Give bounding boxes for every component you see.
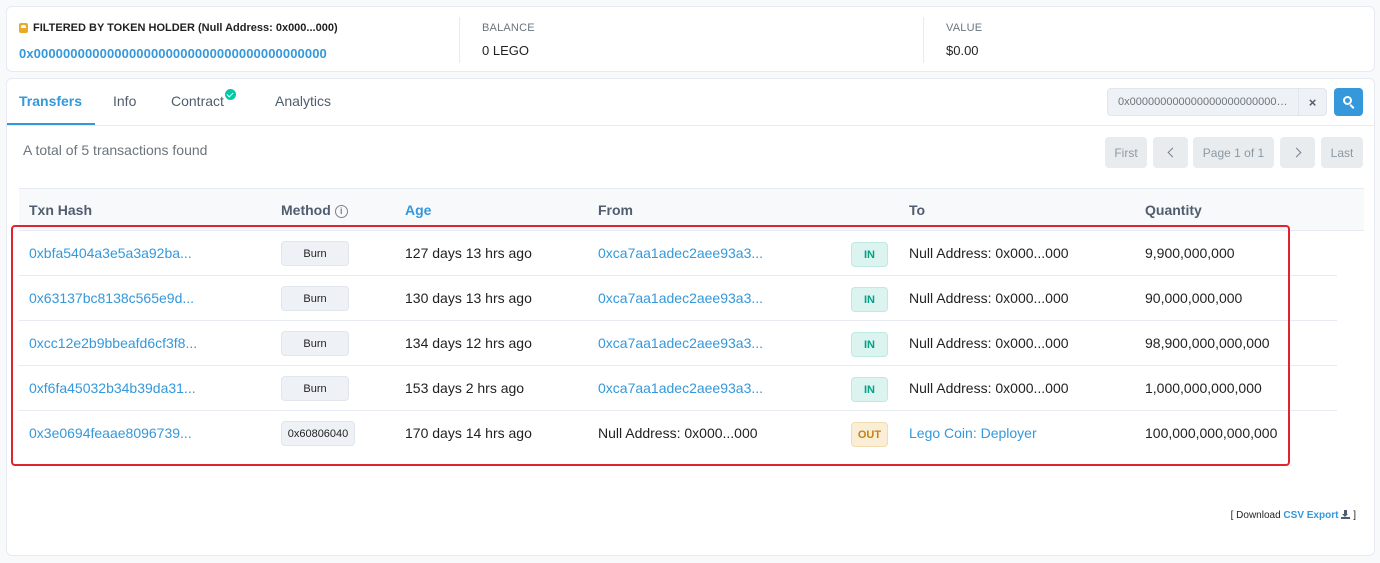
tab-transfers[interactable]: Transfers xyxy=(19,93,82,109)
holder-filter-block: FILTERED BY TOKEN HOLDER (Null Address: … xyxy=(19,7,449,73)
holder-address-link[interactable]: 0x00000000000000000000000000000000000000… xyxy=(19,46,449,61)
header-to: To xyxy=(909,202,926,218)
from-address-link[interactable]: 0xca7aa1adec2aee93a3... xyxy=(598,335,763,351)
active-tab-indicator xyxy=(7,123,95,125)
txn-hash-link[interactable]: 0x63137bc8138c565e9d... xyxy=(29,290,194,306)
divider xyxy=(459,17,460,63)
total-transactions-text: A total of 5 transactions found xyxy=(23,142,208,158)
download-icon[interactable] xyxy=(1341,510,1351,519)
download-csv-footer: [ Download CSV Export ] xyxy=(1231,510,1356,521)
to-address-text: Null Address: 0x000...000 xyxy=(909,380,1069,396)
chevron-right-icon xyxy=(1291,147,1301,158)
divider xyxy=(923,17,924,63)
table-row: 0xcc12e2b9bbeafd6cf3f8... Burn 134 days … xyxy=(19,321,1337,366)
direction-badge: IN xyxy=(851,242,888,267)
value-amount: $0.00 xyxy=(946,43,979,58)
from-address-link[interactable]: 0xca7aa1adec2aee93a3... xyxy=(598,245,763,261)
direction-badge: IN xyxy=(851,332,888,357)
pagination-first-button[interactable]: First xyxy=(1105,137,1147,168)
token-holder-summary: FILTERED BY TOKEN HOLDER (Null Address: … xyxy=(6,6,1375,72)
to-address-text: Null Address: 0x000...000 xyxy=(909,290,1069,306)
age-text: 134 days 12 hrs ago xyxy=(405,335,532,351)
txn-hash-link[interactable]: 0xf6fa45032b34b39da31... xyxy=(29,380,196,396)
header-method: Method i xyxy=(281,202,348,218)
to-address-text: Null Address: 0x000...000 xyxy=(909,335,1069,351)
address-filter-box: × xyxy=(1107,88,1327,116)
close-icon: × xyxy=(1308,94,1317,110)
balance-label: BALANCE xyxy=(482,22,535,34)
quantity-text: 1,000,000,000,000 xyxy=(1145,380,1262,396)
tab-contract-label: Contract xyxy=(171,93,224,109)
age-text: 130 days 13 hrs ago xyxy=(405,290,532,306)
direction-badge: IN xyxy=(851,287,888,312)
from-address-link[interactable]: 0xca7aa1adec2aee93a3... xyxy=(598,380,763,396)
pagination-prev-button[interactable] xyxy=(1153,137,1188,168)
csv-export-link[interactable]: CSV Export xyxy=(1283,510,1338,521)
txn-hash-link[interactable]: 0xbfa5404a3e5a3a92ba... xyxy=(29,245,192,261)
method-badge: Burn xyxy=(281,331,349,356)
table-row: 0x3e0694feaae8096739... 0x60806040 170 d… xyxy=(19,411,1337,456)
header-from: From xyxy=(598,202,633,218)
balance-block: BALANCE 0 LEGO xyxy=(482,7,902,73)
address-filter-input[interactable] xyxy=(1108,89,1300,115)
search-button[interactable] xyxy=(1334,88,1363,116)
table-row: 0xbfa5404a3e5a3a92ba... Burn 127 days 13… xyxy=(19,231,1337,276)
wallet-icon xyxy=(19,23,28,33)
quantity-text: 98,900,000,000,000 xyxy=(1145,335,1270,351)
filter-label: FILTERED BY TOKEN HOLDER (Null Address: … xyxy=(19,22,449,34)
value-label: VALUE xyxy=(946,22,983,34)
direction-badge: IN xyxy=(851,377,888,402)
table-header: Txn Hash Method i Age From To Quantity xyxy=(19,188,1364,231)
method-badge: 0x60806040 xyxy=(281,421,355,446)
clear-filter-button[interactable]: × xyxy=(1298,89,1326,115)
header-age[interactable]: Age xyxy=(405,202,431,218)
table-row: 0xf6fa45032b34b39da31... Burn 153 days 2… xyxy=(19,366,1337,411)
from-address-text: Null Address: 0x000...000 xyxy=(598,425,758,441)
chevron-left-icon xyxy=(1167,147,1177,158)
pagination-page-indicator: Page 1 of 1 xyxy=(1193,137,1274,168)
value-block: VALUE $0.00 xyxy=(946,7,1346,73)
header-txn-hash: Txn Hash xyxy=(29,202,93,218)
transfers-card: Transfers Info Contract Analytics × A to… xyxy=(6,78,1375,556)
direction-badge: OUT xyxy=(851,422,888,447)
quantity-text: 90,000,000,000 xyxy=(1145,290,1243,306)
header-method-label: Method xyxy=(281,202,331,218)
age-text: 153 days 2 hrs ago xyxy=(405,380,525,396)
pagination-next-button[interactable] xyxy=(1280,137,1315,168)
tab-info[interactable]: Info xyxy=(113,93,136,109)
header-quantity: Quantity xyxy=(1145,202,1202,218)
balance-value: 0 LEGO xyxy=(482,43,529,58)
tab-bar: Transfers Info Contract Analytics × xyxy=(7,79,1374,126)
filter-label-text: FILTERED BY TOKEN HOLDER (Null Address: … xyxy=(33,22,338,34)
download-suffix: ] xyxy=(1353,510,1356,521)
method-badge: Burn xyxy=(281,286,349,311)
method-badge: Burn xyxy=(281,376,349,401)
method-badge: Burn xyxy=(281,241,349,266)
tab-contract[interactable]: Contract xyxy=(171,89,236,109)
quantity-text: 100,000,000,000,000 xyxy=(1145,425,1278,441)
download-prefix: [ Download xyxy=(1230,510,1281,521)
to-address-text: Null Address: 0x000...000 xyxy=(909,245,1069,261)
txn-hash-link[interactable]: 0xcc12e2b9bbeafd6cf3f8... xyxy=(29,335,197,351)
quantity-text: 9,900,000,000 xyxy=(1145,245,1235,261)
age-text: 127 days 13 hrs ago xyxy=(405,245,532,261)
to-address-link[interactable]: Lego Coin: Deployer xyxy=(909,425,1037,441)
txn-hash-link[interactable]: 0x3e0694feaae8096739... xyxy=(29,425,192,441)
pagination-last-button[interactable]: Last xyxy=(1321,137,1363,168)
age-text: 170 days 14 hrs ago xyxy=(405,425,532,441)
table-row: 0x63137bc8138c565e9d... Burn 130 days 13… xyxy=(19,276,1337,321)
tab-analytics[interactable]: Analytics xyxy=(275,93,331,109)
from-address-link[interactable]: 0xca7aa1adec2aee93a3... xyxy=(598,290,763,306)
verified-check-icon xyxy=(224,89,236,100)
info-icon[interactable]: i xyxy=(334,205,348,218)
